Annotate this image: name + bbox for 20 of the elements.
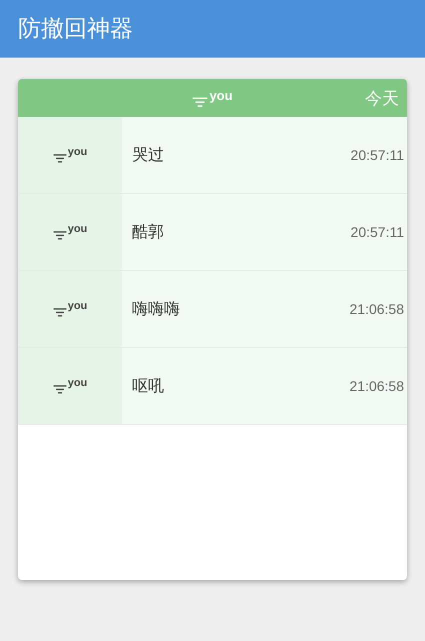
message-text: 哭过 bbox=[132, 144, 164, 166]
message-time: 20:57:11 bbox=[350, 224, 404, 240]
wifi-icon bbox=[192, 96, 208, 108]
app-title: 防撤回神器 bbox=[18, 15, 133, 44]
date-label: 今天 bbox=[365, 88, 399, 110]
message-time: 21:06:58 bbox=[350, 378, 404, 394]
sender-name: you bbox=[68, 378, 88, 389]
wifi-icon bbox=[52, 230, 67, 240]
sender-name: you bbox=[68, 146, 88, 158]
wifi-icon bbox=[52, 384, 67, 394]
wifi-icon bbox=[52, 153, 67, 164]
message-text: 酷郭 bbox=[132, 222, 164, 242]
sender-name: you bbox=[68, 300, 88, 312]
message-time: 20:57:11 bbox=[350, 147, 404, 163]
sender-name: you bbox=[68, 224, 88, 235]
wifi-icon bbox=[52, 307, 67, 318]
message-time: 21:06:58 bbox=[350, 301, 404, 317]
message-text: 嗨嗨嗨 bbox=[132, 298, 180, 320]
message-text: 呕吼 bbox=[132, 376, 164, 396]
sender-name: you bbox=[209, 88, 233, 102]
